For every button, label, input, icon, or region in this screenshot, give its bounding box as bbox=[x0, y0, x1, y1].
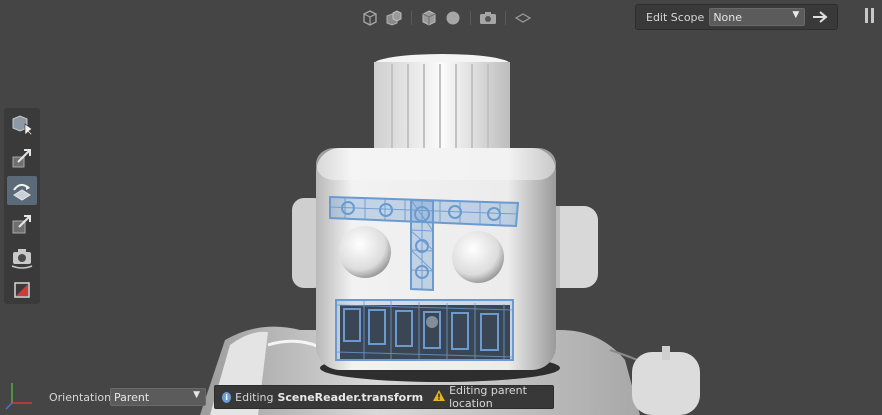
chevron-down-icon: ▼ bbox=[792, 10, 800, 20]
editing-prefix: Editing bbox=[235, 390, 274, 404]
chevron-down-icon: ▼ bbox=[193, 390, 200, 400]
crop-window-tool-icon bbox=[14, 281, 30, 298]
crop-window-tool-button[interactable] bbox=[7, 275, 37, 304]
orientation-label: Orientation bbox=[49, 391, 112, 404]
edit-scope: Edit Scope None ▼ bbox=[635, 4, 838, 30]
select-tool-icon bbox=[12, 114, 33, 136]
translate-tool-button[interactable] bbox=[7, 143, 37, 172]
select-tool-button[interactable] bbox=[7, 110, 37, 139]
camera-icon[interactable] bbox=[478, 8, 498, 28]
edit-scope-label: Edit Scope bbox=[646, 10, 705, 24]
orientation-dropdown[interactable]: Parent ▼ bbox=[110, 388, 206, 406]
edit-scope-dropdown[interactable]: None ▼ bbox=[709, 8, 806, 26]
axis-gizmo bbox=[5, 383, 32, 410]
info-icon: i bbox=[222, 391, 232, 403]
3d-viewport[interactable] bbox=[0, 0, 882, 415]
pause-button[interactable] bbox=[865, 8, 877, 24]
warning-text: Editing parent location bbox=[449, 384, 527, 410]
rotate-tool-icon bbox=[13, 183, 31, 201]
edit-scope-value: None bbox=[713, 10, 743, 24]
camera-tool-button[interactable] bbox=[7, 242, 37, 271]
warning-icon bbox=[433, 390, 446, 404]
camera-tool-icon bbox=[11, 248, 33, 269]
shading-icon[interactable] bbox=[443, 8, 463, 28]
grid-icon[interactable] bbox=[513, 8, 533, 28]
scale-tool-button[interactable] bbox=[7, 209, 37, 238]
scale-tool-icon bbox=[12, 214, 31, 233]
tool-shelf bbox=[4, 108, 40, 304]
viewer-toolbar bbox=[360, 8, 533, 28]
drawing-mode-icon[interactable] bbox=[384, 8, 404, 28]
orientation-value: Parent bbox=[114, 390, 150, 404]
wireframe-icon[interactable] bbox=[419, 8, 439, 28]
rotate-tool-button[interactable] bbox=[7, 176, 37, 205]
arrow-right-icon bbox=[813, 11, 828, 23]
editing-target[interactable]: SceneReader.transform bbox=[277, 391, 423, 404]
edit-status-bar: i Editing SceneReader.transform Editing … bbox=[214, 384, 554, 410]
translate-tool-icon bbox=[12, 148, 31, 167]
selection-mask-icon[interactable] bbox=[360, 8, 380, 28]
edit-scope-navigate-button[interactable] bbox=[811, 8, 831, 26]
